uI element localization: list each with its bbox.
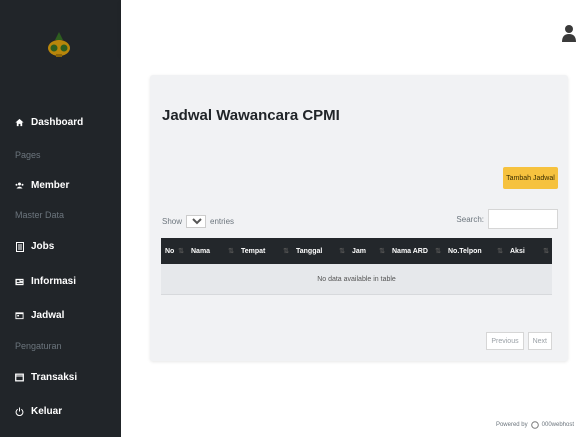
sidebar-item-label: Informasi [31,276,77,287]
show-entries: Show 10 entries [162,215,234,228]
footer: Powered by 000webhost [496,421,574,429]
user-icon[interactable] [562,24,576,42]
sidebar-item-member[interactable]: Member [15,180,69,191]
column-header-tempat[interactable]: Tempat ⇅ [237,238,292,264]
document-icon [15,241,24,252]
page-title: Jadwal Wawancara CPMI [162,107,340,124]
column-header-tanggal[interactable]: Tanggal ⇅ [292,238,348,264]
sidebar-item-transaksi[interactable]: Transaksi [15,372,77,383]
column-label: Tanggal [296,247,323,255]
schedule-table: No ⇅ Nama ⇅ Tempat ⇅ Tanggal ⇅ Jam ⇅ Nam… [161,238,552,295]
sidebar-item-label: Transaksi [31,372,78,383]
show-label: Show [162,217,183,226]
sort-icon: ⇅ [228,248,234,255]
column-header-jam[interactable]: Jam ⇅ [348,238,388,264]
column-label: Nama ARD [392,247,428,255]
sidebar-item-jobs[interactable]: Jobs [15,241,54,252]
topbar [121,0,580,55]
logo-icon [48,32,70,57]
sidebar-heading-pengaturan: Pengaturan [15,341,62,351]
sidebar-item-dashboard[interactable]: Dashboard [15,117,83,128]
sidebar-item-label: Jobs [31,241,55,252]
powered-by-label: Powered by [495,422,528,428]
pagination: Previous Next [486,332,552,350]
brand-label[interactable]: 000webhost [542,422,574,428]
column-label: Tempat [241,247,266,255]
column-header-aksi[interactable]: Aksi ⇅ [506,238,552,264]
sidebar: Dashboard Pages Member Master Data Jobs … [0,0,121,437]
brand-icon [530,421,539,429]
sort-icon: ⇅ [178,248,184,255]
entries-select[interactable]: 10 [186,215,207,228]
search-input[interactable] [488,209,558,229]
sidebar-item-jadwal[interactable]: Jadwal [15,310,64,321]
column-label: No.Telpon [448,247,482,255]
power-icon [15,407,24,416]
column-header-no[interactable]: No ⇅ [161,238,187,264]
sidebar-heading-master-data: Master Data [15,210,65,220]
schedule-card: Jadwal Wawancara CPMI Tambah Jadwal Show… [150,75,568,361]
table-header: No ⇅ Nama ⇅ Tempat ⇅ Tanggal ⇅ Jam ⇅ Nam… [161,238,552,264]
column-header-nama-ard[interactable]: Nama ARD ⇅ [388,238,444,264]
sort-icon: ⇅ [497,248,503,255]
content-area: Jadwal Wawancara CPMI Tambah Jadwal Show… [121,55,580,437]
sidebar-item-informasi[interactable]: Informasi [15,276,76,287]
next-button[interactable]: Next [527,332,552,350]
sort-icon: ⇅ [543,248,549,255]
users-icon [15,181,24,190]
column-header-no-telpon[interactable]: No.Telpon ⇅ [444,238,506,264]
entries-label: entries [210,217,235,226]
sidebar-item-label: Keluar [31,406,63,417]
sort-icon: ⇅ [283,248,289,255]
sort-icon: ⇅ [339,248,345,255]
column-label: Jam [352,247,367,255]
newspaper-icon [15,277,24,286]
home-icon [15,118,24,127]
sort-icon: ⇅ [379,248,385,255]
previous-button[interactable]: Previous [486,332,524,350]
calendar-icon [15,311,24,320]
column-label: Nama [191,247,211,255]
search-area: Search: [456,209,558,229]
add-schedule-button[interactable]: Tambah Jadwal [503,167,558,189]
table-empty-row: No data available in table [161,264,552,295]
sidebar-item-label: Member [31,180,70,191]
sort-icon: ⇅ [435,248,441,255]
sidebar-item-keluar[interactable]: Keluar [15,406,62,417]
column-label: Aksi [510,247,525,255]
search-label: Search: [456,214,484,224]
window-icon [15,373,24,382]
empty-table-message: No data available in table [317,275,396,283]
column-label: No [165,247,175,255]
column-header-nama[interactable]: Nama ⇅ [187,238,237,264]
sidebar-item-label: Dashboard [31,117,84,128]
sidebar-item-label: Jadwal [31,310,65,321]
sidebar-heading-pages: Pages [15,150,41,160]
